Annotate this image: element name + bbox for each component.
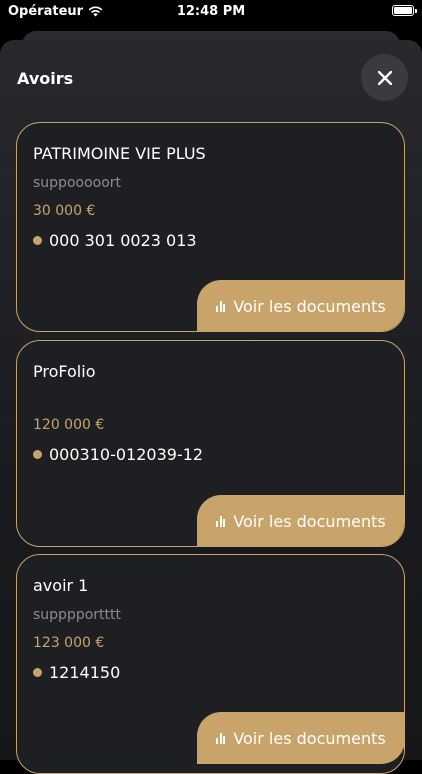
bar-chart-icon (216, 300, 226, 312)
view-documents-label: Voir les documents (233, 296, 386, 316)
card-name: ProFolio (33, 362, 96, 381)
status-dot (33, 450, 42, 459)
status-dot (33, 668, 42, 677)
view-documents-label: Voir les documents (233, 728, 386, 748)
card-amount: 123 000 € (33, 635, 105, 651)
card-account-number: 000310-012039-12 (49, 445, 204, 464)
card-name: PATRIMOINE VIE PLUS (33, 144, 206, 163)
status-time: 12:48 PM (176, 4, 246, 19)
card-description: suppooooort (33, 175, 122, 191)
status-bar: Opérateur 12:48 PM (0, 0, 422, 24)
card-account: 1214150 (33, 663, 120, 682)
status-dot (33, 236, 42, 245)
asset-card[interactable]: ProFolio 120 000 € 000310-012039-12 Voir… (16, 340, 405, 547)
bar-chart-icon (216, 515, 226, 527)
card-account: 000310-012039-12 (33, 445, 203, 464)
card-name: avoir 1 (33, 576, 89, 595)
close-icon (377, 70, 392, 85)
card-account-number: 000 301 0023 013 (49, 231, 197, 250)
view-documents-button[interactable]: Voir les documents (197, 280, 404, 331)
asset-card[interactable]: PATRIMOINE VIE PLUS suppooooort 30 000 €… (16, 122, 405, 332)
card-description: supppportttt (33, 607, 121, 623)
battery-icon (392, 5, 417, 16)
bar-chart-icon (216, 732, 226, 744)
card-account: 000 301 0023 013 (33, 231, 197, 250)
view-documents-button[interactable]: Voir les documents (197, 712, 404, 764)
view-documents-label: Voir les documents (233, 511, 386, 531)
view-documents-button[interactable]: Voir les documents (197, 495, 404, 546)
sheet-title: Avoirs (17, 69, 74, 88)
card-account-number: 1214150 (49, 663, 121, 682)
card-amount: 30 000 € (33, 203, 96, 219)
card-amount: 120 000 € (33, 417, 105, 433)
close-button[interactable] (361, 54, 408, 101)
asset-card[interactable]: avoir 1 supppportttt 123 000 € 1214150 V… (16, 554, 405, 774)
